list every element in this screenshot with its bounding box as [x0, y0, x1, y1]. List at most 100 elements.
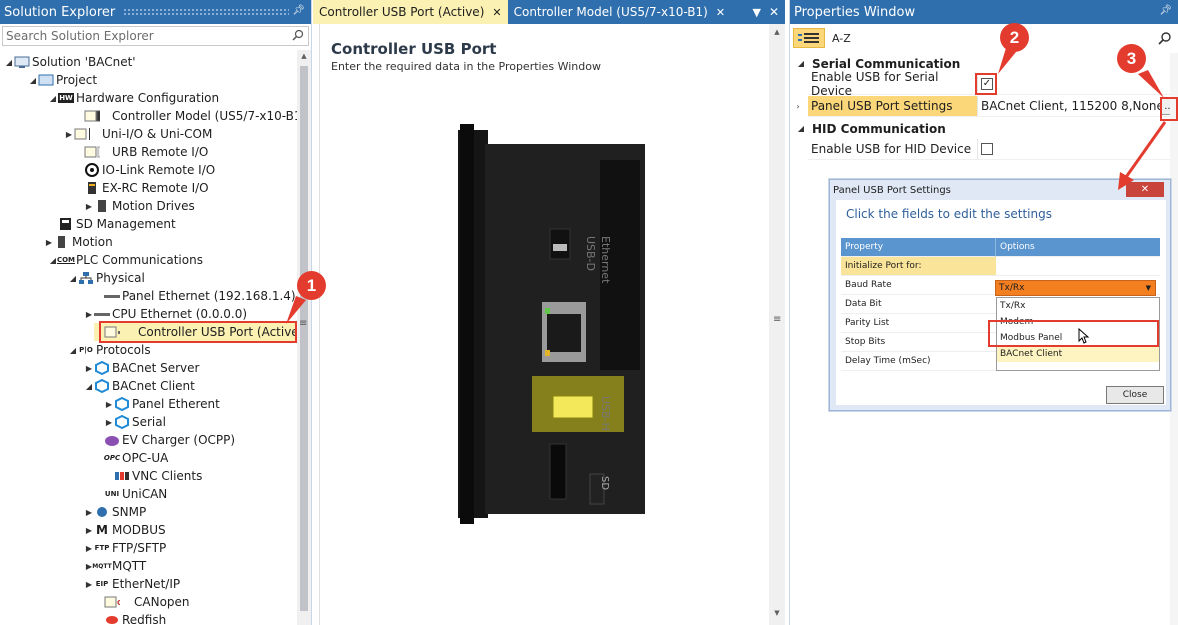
pin-icon[interactable]: 📌︎	[292, 5, 305, 16]
chevron-down-icon[interactable]: ▼	[1146, 284, 1151, 292]
exrc-icon	[84, 181, 100, 195]
ethernet-label: Ethernet	[599, 236, 612, 284]
expand-icon[interactable]: ▶	[44, 238, 54, 247]
expand-icon[interactable]: ▶	[84, 364, 94, 373]
option-item[interactable]: Tx/Rx	[997, 298, 1159, 314]
document-content: Controller USB Port Enter the required d…	[319, 24, 767, 625]
expand-icon[interactable]: ▶	[104, 400, 114, 409]
tree-item-canopen[interactable]: CAN CANopen	[94, 593, 190, 611]
tree-item-ethernetip[interactable]: ▶ EIP EtherNet/IP	[84, 575, 180, 593]
tree-item-snmp[interactable]: ▶ SNMP	[84, 503, 146, 521]
expand-icon[interactable]: ▶	[84, 526, 94, 535]
categorized-button[interactable]	[793, 28, 825, 48]
tree-item-ev-charger[interactable]: EV Charger (OCPP)	[94, 431, 235, 449]
expand-icon[interactable]: ▶	[104, 418, 114, 427]
ethernet-icon	[104, 289, 120, 303]
tree-item-protocols[interactable]: ◢ P|O Protocols	[68, 341, 151, 359]
tree-item-solution[interactable]: ◢ Solution 'BACnet'	[4, 53, 136, 71]
tree-item-panel-etherent[interactable]: ▶ Panel Etherent	[104, 395, 220, 413]
tree-item-serial[interactable]: ▶ Serial	[104, 413, 166, 431]
scroll-up-icon[interactable]: ▲	[297, 52, 311, 60]
tree-item-uni-io[interactable]: ▶ Uni-I/O & Uni-COM	[64, 125, 212, 143]
tree-item-label: IO-Link Remote I/O	[102, 163, 216, 177]
splitter-grip-icon[interactable]: ≡	[773, 314, 781, 325]
tab-list-dropdown-icon[interactable]: ▼	[748, 0, 764, 24]
enable-usb-hid-checkbox[interactable]	[981, 143, 993, 155]
scroll-down-icon[interactable]: ▼	[769, 609, 785, 617]
tree-item-label: Physical	[96, 271, 145, 285]
category-label: Serial Communication	[812, 56, 961, 71]
expand-icon[interactable]: ▶	[84, 310, 94, 319]
alphabetical-button[interactable]: A-Z	[827, 28, 856, 48]
tree-item-bacnet-server[interactable]: ▶ BACnet Server	[84, 359, 199, 377]
expand-icon[interactable]: ▶	[64, 130, 74, 139]
close-icon[interactable]: ✕	[716, 6, 725, 19]
collapse-icon[interactable]: ◢	[68, 274, 78, 283]
ftp-icon: FTP	[94, 544, 110, 552]
collapse-icon[interactable]: ◢	[28, 76, 38, 85]
scrollbar-thumb[interactable]	[300, 66, 308, 611]
highlight-bacnet-client-option	[988, 320, 1159, 347]
tree-item-controller-model[interactable]: Controller Model (US5/7-x10-B1	[74, 107, 302, 125]
com-icon: COM	[56, 256, 76, 264]
tree-item-urb-remote-io[interactable]: URB Remote I/O	[74, 143, 208, 161]
tree-item-project[interactable]: ◢ Project	[28, 71, 97, 89]
collapse-icon[interactable]: ◢	[796, 124, 806, 133]
tree-item-plc-communications[interactable]: ◢ COM PLC Communications	[48, 251, 203, 269]
row-property: Initialize Port for:	[841, 257, 996, 276]
tree-item-label: SNMP	[112, 505, 147, 519]
search-input[interactable]: Search Solution Explorer	[2, 26, 309, 46]
tab-controller-model[interactable]: Controller Model (US5/7-x10-B1) ✕	[508, 0, 731, 24]
tree-item-hardware-configuration[interactable]: ◢ HW Hardware Configuration	[48, 89, 219, 107]
collapse-icon[interactable]: ◢	[68, 346, 78, 355]
pin-icon[interactable]: 📌︎	[1159, 5, 1172, 16]
tree-scrollbar[interactable]: ▲	[297, 50, 311, 625]
tree-item-panel-ethernet[interactable]: Panel Ethernet (192.168.1.4)	[94, 287, 296, 305]
close-button[interactable]: Close	[1106, 386, 1164, 404]
tree-item-unican[interactable]: UNI UniCAN	[94, 485, 167, 503]
collapse-icon[interactable]: ◢	[48, 94, 58, 103]
expand-icon[interactable]: ▶	[84, 544, 94, 553]
tab-label: Controller USB Port (Active)	[319, 5, 485, 19]
tree-item-mqtt[interactable]: ▶ MQTT MQTT	[84, 557, 146, 575]
controller-icon	[84, 109, 100, 123]
tree-item-motion-drives[interactable]: ▶ Motion Drives	[84, 197, 195, 215]
canopen-icon: CAN	[104, 595, 120, 609]
tree-item-ftp[interactable]: ▶ FTP FTP/SFTP	[84, 539, 166, 557]
expand-icon[interactable]: ›	[793, 102, 803, 111]
close-icon[interactable]: ✕	[492, 6, 501, 19]
titlebar-grip	[123, 8, 289, 16]
row-option	[996, 257, 1160, 276]
table-row[interactable]: Initialize Port for:	[841, 257, 1160, 276]
tree-item-bacnet-client[interactable]: ◢ BACnet Client	[84, 377, 195, 395]
tree-item-iolink[interactable]: IO-Link Remote I/O	[74, 161, 215, 179]
tree-item-opc-ua[interactable]: OPC OPC-UA	[94, 449, 169, 467]
tree-item-sd-management[interactable]: SD Management	[48, 215, 176, 233]
tree-item-modbus[interactable]: ▶ M MODBUS	[84, 521, 166, 539]
property-row-panel-usb-port-settings[interactable]: › Panel USB Port Settings BACnet Client,…	[790, 96, 1178, 117]
scroll-up-icon[interactable]: ▲	[769, 28, 785, 36]
search-icon[interactable]	[292, 29, 304, 41]
close-all-icon[interactable]: ✕	[765, 0, 785, 24]
tree-item-physical[interactable]: ◢ Physical	[68, 269, 145, 287]
tree-item-redfish[interactable]: Redfish	[94, 611, 166, 625]
search-icon[interactable]	[1158, 31, 1172, 45]
tree-item-motion[interactable]: ▶ Motion	[44, 233, 113, 251]
svg-text:CAN: CAN	[117, 599, 120, 607]
document-scrollbar[interactable]: ▲ ≡ ▼	[769, 24, 785, 625]
initialize-port-select[interactable]: Tx/Rx ▼	[995, 280, 1156, 296]
collapse-icon[interactable]: ◢	[796, 59, 806, 68]
expand-icon[interactable]: ▶	[84, 508, 94, 517]
option-item-bacnet-client[interactable]: BACnet Client	[997, 346, 1159, 362]
expand-icon[interactable]: ▶	[84, 202, 94, 211]
tree-item-exrc[interactable]: EX-RC Remote I/O	[74, 179, 209, 197]
properties-scrollbar[interactable]	[1170, 53, 1178, 625]
expand-icon[interactable]: ▶	[84, 580, 94, 589]
collapse-icon[interactable]: ◢	[84, 382, 94, 391]
snmp-icon	[94, 505, 110, 519]
vnc-icon	[114, 469, 130, 483]
tree-item-label: EV Charger (OCPP)	[122, 433, 236, 447]
tab-controller-usb-port[interactable]: Controller USB Port (Active) ✕	[313, 0, 508, 24]
collapse-icon[interactable]: ◢	[4, 58, 14, 67]
tree-item-vnc-clients[interactable]: VNC Clients	[104, 467, 202, 485]
